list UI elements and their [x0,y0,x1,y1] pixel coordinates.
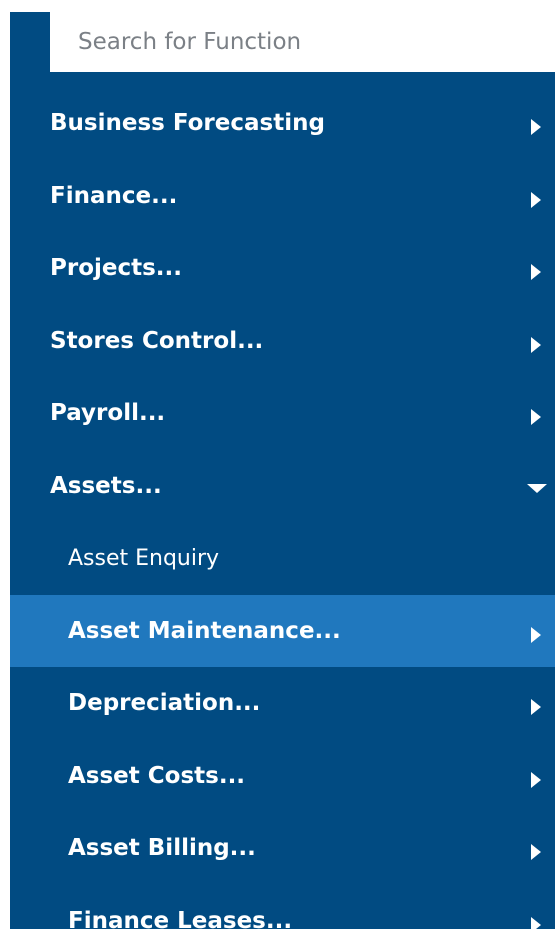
chevron-right-icon [531,336,541,353]
submenu-item-label: Finance Leases... [68,907,293,929]
chevron-right-icon [531,771,541,788]
chevron-right-icon [531,916,541,929]
menu-item-stores-control[interactable]: Stores Control... [10,305,555,378]
chevron-right-icon [531,119,541,136]
submenu-item-label: Depreciation... [68,690,261,717]
chevron-right-icon [531,409,541,426]
chevron-right-icon [531,844,541,861]
submenu-item-label: Asset Costs... [68,762,246,789]
menu-item-finance[interactable]: Finance... [10,160,555,233]
menu-item-projects[interactable]: Projects... [10,232,555,305]
menu-item-label: Projects... [50,255,183,282]
menu-item-label: Finance... [50,182,178,209]
function-menu: Business Forecasting Finance... Projects… [10,87,555,929]
menu-item-label: Stores Control... [50,327,264,354]
chevron-right-icon [531,191,541,208]
menu-item-label: Payroll... [50,400,166,427]
submenu-item-label: Asset Billing... [68,835,256,862]
menu-item-payroll[interactable]: Payroll... [10,377,555,450]
submenu-item-label: Asset Maintenance... [68,617,341,644]
chevron-right-icon [531,264,541,281]
chevron-down-icon [527,483,547,493]
menu-item-assets[interactable]: Assets... [10,450,555,523]
submenu-item-depreciation[interactable]: Depreciation... [10,667,555,740]
submenu-item-asset-billing[interactable]: Asset Billing... [10,812,555,885]
function-menu-panel: Search for Function Business Forecasting… [10,12,555,929]
menu-item-business-forecasting[interactable]: Business Forecasting [10,87,555,160]
submenu-item-label: Asset Enquiry [68,545,220,571]
submenu-item-finance-leases[interactable]: Finance Leases... [10,885,555,929]
submenu-item-asset-costs[interactable]: Asset Costs... [10,740,555,813]
submenu-item-asset-enquiry[interactable]: Asset Enquiry [10,522,555,595]
submenu-item-asset-maintenance[interactable]: Asset Maintenance... [10,594,555,667]
search-placeholder: Search for Function [78,29,302,55]
chevron-right-icon [531,699,541,716]
menu-item-label: Assets... [50,472,162,499]
menu-item-label: Business Forecasting [50,110,325,137]
chevron-right-icon [531,626,541,643]
search-input[interactable]: Search for Function [50,12,555,72]
